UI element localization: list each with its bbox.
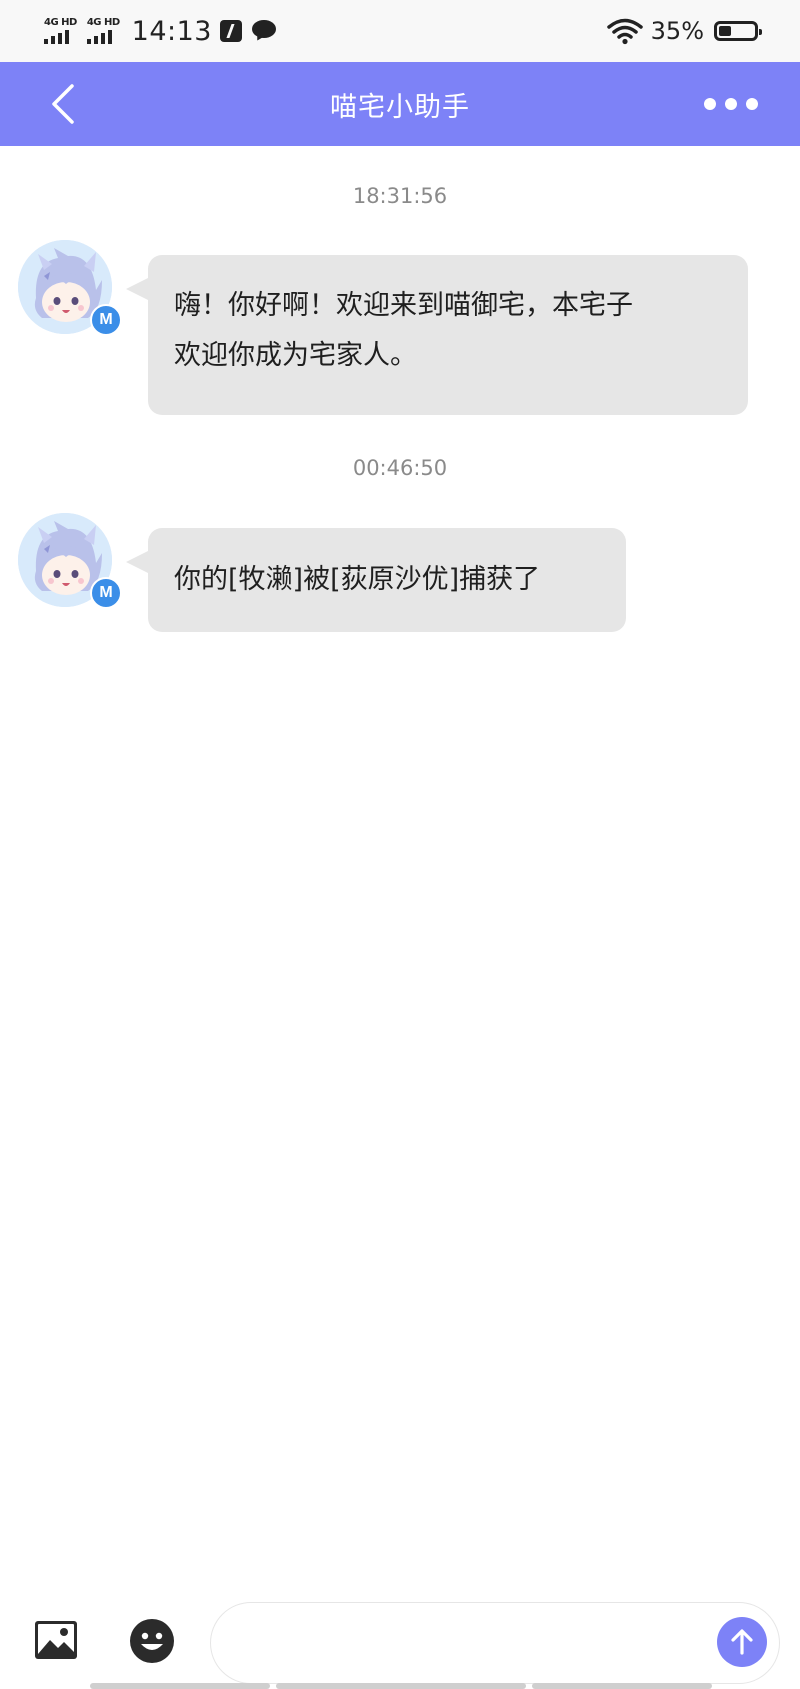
message-bubble[interactable]: 嗨！你好啊！欢迎来到喵御宅，本宅子 欢迎你成为宅家人。 xyxy=(126,255,748,415)
battery-icon xyxy=(714,21,762,41)
arrow-up-icon xyxy=(731,1629,753,1655)
network-type-label: 4G HD xyxy=(86,17,120,28)
message-input-bar xyxy=(0,1600,800,1689)
message-notification-icon xyxy=(251,20,278,43)
status-left: 4G HD 4G HD 14:13 xyxy=(44,16,278,47)
chat-header: 喵宅小助手 xyxy=(0,62,800,146)
more-options-button[interactable] xyxy=(704,92,758,116)
message-text-line: 欢迎你成为宅家人。 xyxy=(174,340,417,371)
bottom-edge-lines xyxy=(90,1683,712,1689)
cellular-signal-1-icon: 4G HD xyxy=(44,18,77,44)
back-button[interactable] xyxy=(44,82,84,126)
image-icon xyxy=(35,1621,77,1659)
message-text-line: 嗨！你好啊！欢迎来到喵御宅，本宅子 xyxy=(174,290,633,321)
status-right: 35% xyxy=(606,17,762,45)
page-title: 喵宅小助手 xyxy=(330,91,470,123)
send-button[interactable] xyxy=(717,1617,767,1667)
network-type-label: 4G HD xyxy=(44,17,77,28)
verified-badge: M xyxy=(90,577,122,609)
more-dots-icon xyxy=(704,98,716,110)
message-timestamp: 18:31:56 xyxy=(352,184,448,208)
status-time: 14:13 xyxy=(131,15,212,47)
avatar[interactable]: M xyxy=(18,513,122,609)
avatar[interactable]: M xyxy=(18,240,122,336)
message-bubble[interactable]: 你的[牧濑]被[荻原沙优]捕获了 xyxy=(126,528,626,632)
flash-notification-icon xyxy=(219,20,242,42)
image-picker-button[interactable] xyxy=(34,1620,78,1660)
chevron-left-icon xyxy=(52,84,74,124)
emoji-icon xyxy=(130,1619,174,1663)
message-text-line: 你的[牧濑]被[荻原沙优]捕获了 xyxy=(174,564,541,595)
emoji-button[interactable] xyxy=(129,1618,175,1664)
message-input[interactable] xyxy=(210,1602,780,1684)
wifi-icon xyxy=(606,18,643,45)
message-timestamp: 00:46:50 xyxy=(352,456,448,480)
cellular-signal-2-icon: 4G HD xyxy=(86,17,120,44)
battery-percentage: 35% xyxy=(650,17,704,45)
verified-badge: M xyxy=(90,304,122,336)
status-bar: 4G HD 4G HD 14:13 35% xyxy=(0,0,800,62)
